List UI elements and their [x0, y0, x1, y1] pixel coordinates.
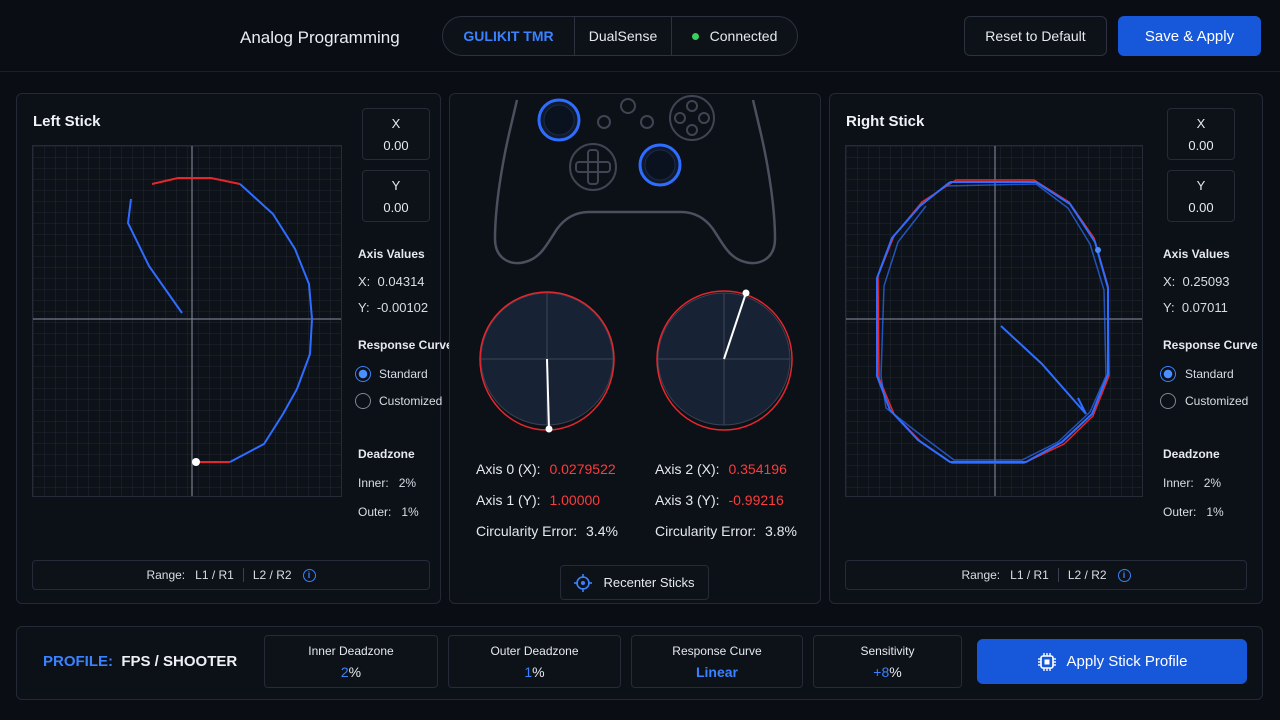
reset-default-button[interactable]: Reset to Default	[964, 16, 1107, 56]
right-axis-dot	[742, 289, 750, 297]
left-x-readout: X 0.00	[362, 108, 430, 160]
sensitivity-stat[interactable]: Sensitivity +8%	[813, 635, 962, 688]
axis1-row: Axis 1 (Y): 1.00000	[476, 492, 601, 508]
axis3-row: Axis 3 (Y): -0.99216	[655, 492, 784, 508]
left-axis-y: Y: -0.00102	[358, 300, 429, 315]
inner-deadzone-stat[interactable]: Inner Deadzone 2%	[264, 635, 438, 688]
right-axis-x: X: 0.25093	[1163, 274, 1230, 289]
outer-deadzone-stat[interactable]: Outer Deadzone 1%	[448, 635, 621, 688]
right-x-readout: X 0.00	[1167, 108, 1235, 160]
right-range-l2r2[interactable]: L2 / R2	[1068, 568, 1107, 582]
right-option-customized[interactable]: Customized	[1160, 393, 1248, 409]
left-axis-x: X: 0.04314	[358, 274, 425, 289]
right-range-l1r1[interactable]: L1 / R1	[1010, 568, 1049, 582]
save-apply-button[interactable]: Save & Apply	[1118, 16, 1261, 56]
radio-selected-icon[interactable]	[355, 366, 371, 382]
right-circularity-plot	[656, 289, 793, 431]
right-deadzone-inner: Inner: 2%	[1163, 476, 1222, 490]
left-option-customized[interactable]: Customized	[355, 393, 442, 409]
left-stick-grid	[32, 145, 342, 497]
right-stick-grid	[845, 145, 1143, 497]
radio-unselected-icon[interactable]	[355, 393, 371, 409]
left-circularity-error: Circularity Error: 3.4%	[476, 523, 618, 539]
response-curve-stat[interactable]: Response Curve Linear	[631, 635, 803, 688]
right-axis-y: Y: 0.07011	[1163, 300, 1228, 315]
left-deadzone-inner: Inner: 2%	[358, 476, 417, 490]
left-y-readout: Y 0.00	[362, 170, 430, 222]
page-title: Analog Programming	[240, 28, 400, 47]
left-range-l2r2[interactable]: L2 / R2	[253, 568, 292, 582]
info-icon[interactable]: i	[1117, 568, 1131, 582]
apply-stick-profile-button[interactable]: Apply Stick Profile	[977, 639, 1247, 684]
radio-selected-icon[interactable]	[1160, 366, 1176, 382]
divider	[242, 568, 244, 582]
left-deadzone-label: Deadzone	[358, 447, 415, 461]
left-stick-plot	[33, 146, 341, 496]
left-range-l1r1[interactable]: L1 / R1	[195, 568, 234, 582]
left-stick-dot	[192, 458, 200, 466]
right-option-standard[interactable]: Standard	[1160, 366, 1234, 382]
right-axis-values-label: Axis Values	[1163, 247, 1230, 261]
left-circularity-plot	[479, 291, 615, 433]
connection-status-label: Connected	[709, 28, 778, 44]
profile-indicator: PROFILE: FPS / SHOOTER	[43, 653, 238, 670]
device-selector[interactable]: GULIKIT TMR DualSense Connected	[442, 16, 798, 56]
radio-unselected-icon[interactable]	[1160, 393, 1176, 409]
left-range-bar: Range: L1 / R1 L2 / R2 i	[32, 560, 430, 590]
device-model-tab[interactable]: DualSense	[574, 17, 672, 55]
chip-icon	[1037, 652, 1056, 671]
connection-status: Connected	[672, 17, 797, 55]
face-buttons-icon	[669, 95, 715, 141]
left-deadzone-outer: Outer: 1%	[358, 505, 419, 519]
right-deadzone-outer: Outer: 1%	[1163, 505, 1224, 519]
right-stick-plot	[846, 146, 1142, 496]
axis0-row: Axis 0 (X): 0.0279522	[476, 461, 616, 477]
left-stick-title: Left Stick	[33, 113, 101, 130]
right-deadzone-label: Deadzone	[1163, 447, 1220, 461]
left-response-curve-label: Response Curve	[358, 338, 453, 352]
left-option-standard[interactable]: Standard	[355, 366, 428, 382]
right-stick-dot	[1095, 247, 1101, 253]
right-response-curve-label: Response Curve	[1163, 338, 1258, 352]
info-icon[interactable]: i	[302, 568, 316, 582]
right-range-bar: Range: L1 / R1 L2 / R2 i	[845, 560, 1247, 590]
recenter-sticks-button[interactable]: Recenter Sticks	[560, 565, 709, 600]
left-axis-values-label: Axis Values	[358, 247, 425, 261]
divider	[1057, 568, 1059, 582]
status-dot-icon	[691, 32, 699, 40]
crosshair-icon	[574, 573, 593, 592]
axis2-row: Axis 2 (X): 0.354196	[655, 461, 787, 477]
controller-illustration	[493, 95, 777, 265]
right-stick-title: Right Stick	[846, 113, 925, 130]
right-circularity-error: Circularity Error: 3.8%	[655, 523, 797, 539]
left-axis-dot	[545, 425, 553, 433]
device-brand-tab[interactable]: GULIKIT TMR	[443, 17, 574, 55]
right-y-readout: Y 0.00	[1167, 170, 1235, 222]
